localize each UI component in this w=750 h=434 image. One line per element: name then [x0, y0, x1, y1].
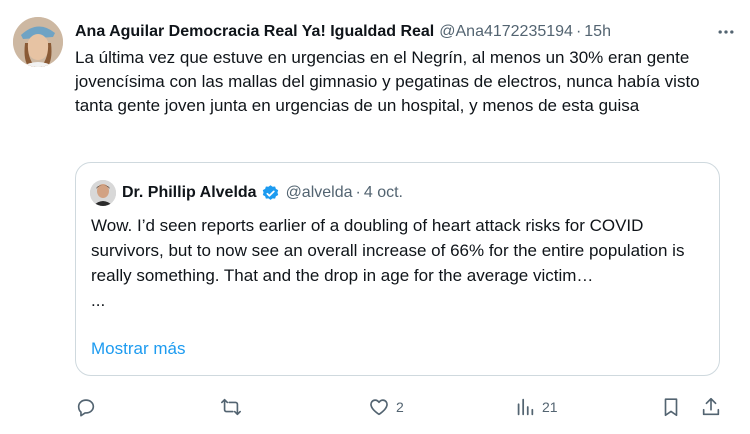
separator-dot: · — [575, 23, 582, 40]
more-dots-icon — [718, 30, 734, 34]
author-avatar-image — [13, 17, 63, 67]
quoted-tweet-body: Wow. I’d seen reports earlier of a doubl… — [91, 213, 711, 313]
reply-icon — [77, 399, 95, 417]
views-count: 21 — [542, 399, 558, 415]
show-more-link[interactable]: Mostrar más — [91, 339, 185, 359]
quoted-author-handle: @alvelda — [285, 184, 353, 201]
quoted-author-avatar — [90, 180, 116, 206]
author-name[interactable]: Ana Aguilar Democracia Real Ya! Igualdad… — [75, 23, 434, 41]
quoted-separator-dot: · — [355, 184, 361, 201]
like-button[interactable]: 2 — [368, 392, 404, 422]
reply-button[interactable] — [75, 392, 97, 422]
quoted-avatar-image — [90, 180, 116, 206]
bookmark-button[interactable] — [660, 392, 682, 422]
views-icon — [517, 398, 534, 416]
share-button[interactable] — [700, 392, 722, 422]
quoted-ellipsis: ... — [91, 291, 106, 310]
tweet-card[interactable]: Ana Aguilar Democracia Real Ya! Igualdad… — [0, 0, 750, 434]
bookmark-icon — [664, 398, 678, 417]
retweet-button[interactable] — [220, 392, 242, 422]
retweet-icon — [221, 398, 241, 416]
verified-badge-icon — [261, 184, 280, 203]
quoted-tweet-header: Dr. Phillip Alvelda @alvelda · 4 oct. — [90, 179, 403, 207]
tweet-text: La última vez que estuve en urgencias en… — [75, 48, 700, 115]
quoted-tweet-text: Wow. I’d seen reports earlier of a doubl… — [91, 216, 685, 285]
tweet-timestamp[interactable]: 15h — [584, 23, 611, 41]
views-button[interactable]: 21 — [514, 392, 558, 422]
share-icon — [702, 397, 720, 416]
like-icon — [370, 399, 388, 416]
tweet-header: Ana Aguilar Democracia Real Ya! Igualdad… — [75, 20, 740, 44]
author-handle[interactable]: @Ana4172235194 — [439, 23, 573, 41]
like-count: 2 — [396, 399, 404, 415]
quoted-tweet[interactable]: Dr. Phillip Alvelda @alvelda · 4 oct. Wo… — [75, 162, 720, 376]
quoted-author-name: Dr. Phillip Alvelda — [122, 184, 257, 201]
quoted-date: 4 oct. — [363, 184, 403, 201]
author-avatar[interactable] — [13, 17, 63, 67]
more-options-button[interactable] — [714, 20, 738, 44]
tweet-actions-bar: 2 21 — [73, 392, 738, 422]
